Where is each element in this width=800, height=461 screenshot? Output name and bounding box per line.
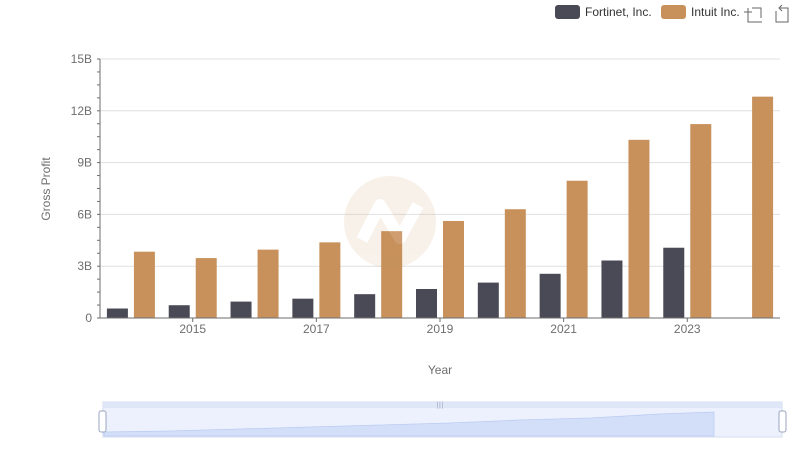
legend-item-intuit[interactable]: Intuit Inc. — [661, 5, 740, 19]
watermark-logo — [344, 176, 436, 268]
y-tick-label: 3B — [77, 259, 92, 273]
bar-fortinet[interactable] — [477, 282, 499, 318]
x-tick-label: 2021 — [550, 322, 577, 336]
legend-item-fortinet[interactable]: Fortinet, Inc. — [555, 5, 652, 19]
chart: 0 3B 6B 9B 12B 15B 2015 2017 2019 2021 2023 Gross … — [39, 4, 789, 438]
bar-intuit[interactable] — [319, 242, 341, 318]
bar-fortinet[interactable] — [230, 301, 252, 318]
bar-intuit[interactable] — [195, 258, 217, 318]
y-tick-label: 6B — [77, 207, 92, 221]
bar-intuit[interactable] — [257, 249, 279, 318]
bar-intuit[interactable] — [690, 124, 712, 318]
y-tick-label: 12B — [71, 104, 92, 118]
datazoom-handle-left[interactable] — [98, 410, 107, 433]
y-tick-label: 15B — [71, 52, 92, 66]
bar-fortinet[interactable] — [106, 308, 128, 318]
datazoom-handle-right[interactable] — [778, 410, 787, 433]
restore-icon[interactable] — [775, 4, 789, 23]
bar-intuit[interactable] — [566, 180, 588, 318]
zoom-icon[interactable] — [744, 7, 762, 23]
y-tick-label: 9B — [77, 156, 92, 170]
bar-fortinet[interactable] — [663, 247, 685, 318]
y-axis-title: Gross Profit — [39, 157, 53, 221]
y-tick-label: 0 — [85, 311, 92, 325]
x-tick-label: 2017 — [303, 322, 330, 336]
bar-fortinet[interactable] — [601, 260, 623, 318]
bar-intuit[interactable] — [752, 96, 774, 319]
bar-fortinet[interactable] — [354, 294, 376, 318]
bar-intuit[interactable] — [443, 220, 464, 318]
grid — [100, 58, 780, 267]
bar-fortinet[interactable] — [292, 298, 314, 318]
bar-intuit[interactable] — [133, 251, 155, 318]
x-axis-title: Year — [428, 363, 452, 377]
datazoom-selected-range — [103, 408, 782, 437]
legend-label-intuit: Intuit Inc. — [691, 5, 740, 19]
legend-swatch-fortinet — [555, 5, 580, 19]
bars — [106, 96, 774, 319]
bar-intuit[interactable] — [504, 209, 526, 318]
bar-fortinet[interactable] — [168, 305, 190, 318]
datazoom-grip[interactable]: ||| — [436, 401, 443, 409]
datazoom-slider[interactable]: ||| — [98, 401, 787, 438]
legend-swatch-intuit — [661, 5, 686, 19]
bar-fortinet[interactable] — [539, 273, 561, 318]
x-tick-label: 2015 — [179, 322, 206, 336]
bar-fortinet[interactable] — [416, 288, 437, 318]
legend: Fortinet, Inc. Intuit Inc. — [555, 5, 740, 19]
bar-intuit[interactable] — [628, 139, 650, 318]
x-tick-label: 2019 — [427, 322, 454, 336]
x-tick-label: 2023 — [674, 322, 701, 336]
legend-label-fortinet: Fortinet, Inc. — [585, 5, 652, 19]
